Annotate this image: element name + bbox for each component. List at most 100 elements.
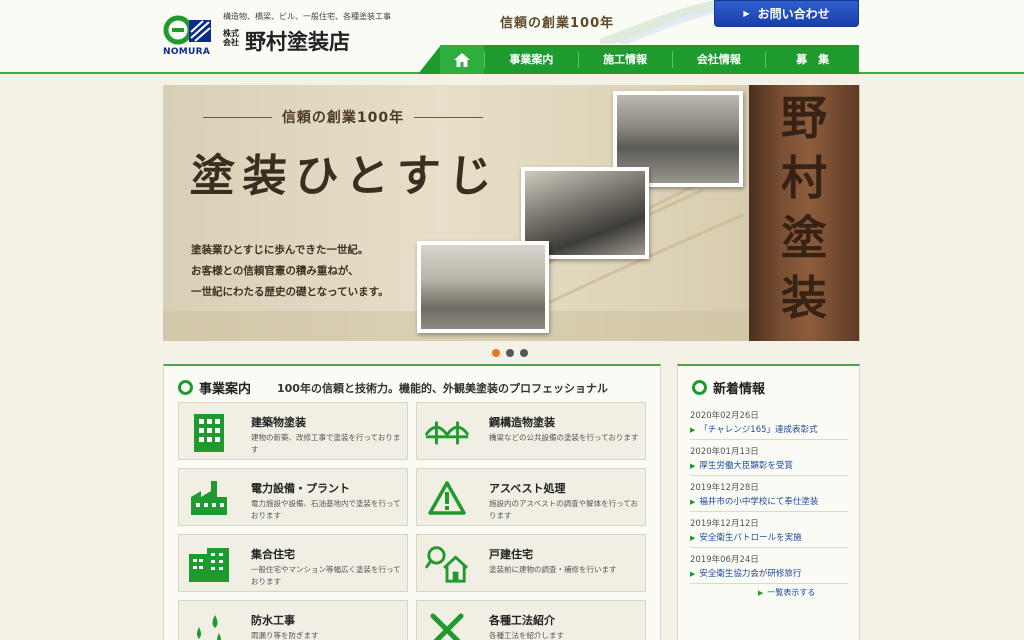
hero-copy-line: 一世紀にわたる歴史の礎となっています。 xyxy=(191,286,389,298)
hero-copy-line: 塗装業ひとすじに歩んできた一世紀。 xyxy=(191,244,369,256)
news-link[interactable]: ▶ 福井市の小中学校にて奉仕塗装 xyxy=(690,495,848,507)
triangle-right-icon: ▶ xyxy=(690,498,696,506)
contact-button-label: お問い合わせ xyxy=(757,7,830,21)
warning-icon xyxy=(425,476,469,520)
card-title: 鋼構造物塗装 xyxy=(489,416,555,429)
company-kind: 株式会社 xyxy=(223,29,239,47)
business-card-building[interactable]: 建築物塗装 建物の新築、改修工事で塗装を行っております xyxy=(178,402,408,460)
nav-corner xyxy=(418,45,441,74)
triangle-right-icon: ▶ xyxy=(690,426,696,434)
business-card-methods[interactable]: 各種工法紹介 各種工法を紹介します xyxy=(416,600,646,640)
card-title: 集合住宅 xyxy=(251,548,295,561)
news-link[interactable]: ▶ 安全衛生協力会が研修旅行 xyxy=(690,567,848,579)
nav-item-works[interactable]: 施工情報 xyxy=(577,51,672,68)
business-card-waterproof[interactable]: 防水工事 雨漏り等を防ぎます xyxy=(178,600,408,640)
slogan-rule-right xyxy=(414,116,484,118)
home-icon xyxy=(454,52,470,67)
hero-slogan: 信頼の創業100年 xyxy=(203,107,484,127)
business-card-asbestos[interactable]: アスベスト処理 施設内のアスベストの調査や解体を行っております xyxy=(416,468,646,526)
card-title: 防水工事 xyxy=(251,614,295,627)
header-tagline: 構造物、橋梁、ビル、一般住宅、各種塗装工事 xyxy=(223,12,391,21)
slogan-rule-left xyxy=(203,116,272,118)
factory-icon xyxy=(187,476,231,520)
business-card-steel[interactable]: 鋼構造物塗装 橋梁などの公共設備の塗装を行っております xyxy=(416,402,646,460)
slider-dot[interactable] xyxy=(506,349,514,357)
news-link[interactable]: ▶ 安全衛生パトロールを実施 xyxy=(690,531,848,543)
card-desc: 橋梁などの公共設備の塗装を行っております xyxy=(489,433,639,442)
hero-title: 塗装ひとすじ xyxy=(188,151,502,202)
business-heading: 事業案内 xyxy=(178,378,251,397)
water-drop-icon xyxy=(187,608,231,640)
chevron-right-icon: ▶ xyxy=(743,9,750,18)
nav-item-business[interactable]: 事業案内 xyxy=(484,51,578,68)
news-date: 2019年06月24日 xyxy=(690,555,759,565)
card-desc: 塗装前に建物の調査・補修を行います xyxy=(489,565,617,574)
hero-copy: 塗装業ひとすじに歩んできた一世紀。 お客様との信頼官憲の積み重ねが、 一世紀にわ… xyxy=(191,240,389,303)
news-item: 2020年02月26日 ▶ 「チャレンジ165」達成表彰式 xyxy=(690,404,848,440)
news-link-text[interactable]: 福井市の小中学校にて奉仕塗装 xyxy=(699,497,818,507)
sign-char: 装 xyxy=(781,271,827,325)
card-desc: 施設内のアスベストの調査や解体を行っております xyxy=(489,499,639,520)
card-title: 建築物塗装 xyxy=(251,416,306,429)
business-section: 事業案内 100年の信頼と技術力。機能的、外観美塗装のプロフェッショナル 建築物… xyxy=(163,364,661,640)
news-date: 2019年12月28日 xyxy=(690,483,759,493)
card-title: 電力設備・プラント xyxy=(251,482,350,495)
company-name[interactable]: 野村塗装店 xyxy=(245,26,350,56)
news-more-label[interactable]: 一覧表示する xyxy=(767,588,815,597)
triangle-right-icon: ▶ xyxy=(690,570,696,578)
triangle-right-icon: ▶ xyxy=(690,534,696,542)
news-link-text[interactable]: 厚生労働大臣顕彰を受賞 xyxy=(699,461,793,471)
business-card-apartment[interactable]: 集合住宅 一般住宅やマンション等幅広く塗装を行っております xyxy=(178,534,408,592)
contact-button[interactable]: ▶ お問い合わせ xyxy=(714,0,859,27)
business-title: 事業案内 xyxy=(199,382,252,397)
nav-item-recruit[interactable]: 募 集 xyxy=(765,51,859,68)
card-desc: 電力施設や設備、石油基地内で塗装を行っております xyxy=(251,499,401,520)
news-link[interactable]: ▶ 「チャレンジ165」達成表彰式 xyxy=(690,423,848,435)
sign-char: 村 xyxy=(781,151,827,205)
card-desc: 各種工法を紹介します xyxy=(489,631,564,640)
business-card-house[interactable]: 戸建住宅 塗装前に建物の調査・補修を行います xyxy=(416,534,646,592)
apartment-icon xyxy=(187,542,231,586)
header-slogan: 信頼の創業100年 xyxy=(500,16,615,31)
nav-item-company[interactable]: 会社情報 xyxy=(671,51,766,68)
logo-text: NOMURA xyxy=(163,47,211,57)
card-title: アスベスト処理 xyxy=(489,482,566,495)
wooden-signboard: 野 村 塗 装 xyxy=(749,85,859,341)
ring-icon xyxy=(178,380,193,395)
news-link-text[interactable]: 安全衛生協力会が研修旅行 xyxy=(699,569,801,579)
nav-home[interactable] xyxy=(440,45,484,74)
news-link-text[interactable]: 「チャレンジ165」達成表彰式 xyxy=(699,425,817,435)
card-title: 戸建住宅 xyxy=(489,548,533,561)
news-date: 2019年12月12日 xyxy=(690,519,759,529)
news-link[interactable]: ▶ 厚生労働大臣顕彰を受賞 xyxy=(690,459,848,471)
hero-slogan-text: 信頼の創業100年 xyxy=(281,110,405,126)
historic-photo-workers xyxy=(417,241,549,333)
news-link-text[interactable]: 安全衛生パトロールを実施 xyxy=(699,533,801,543)
news-more-link[interactable]: ▶ 一覧表示する xyxy=(758,587,815,598)
news-list: 2020年02月26日 ▶ 「チャレンジ165」達成表彰式 2020年01月13日… xyxy=(690,404,848,584)
news-item: 2019年06月24日 ▶ 安全衛生協力会が研修旅行 xyxy=(690,548,848,584)
building-icon xyxy=(187,410,231,454)
news-title: 新着情報 xyxy=(713,382,766,397)
news-section: 新着情報 2020年02月26日 ▶ 「チャレンジ165」達成表彰式 2020年0… xyxy=(677,364,860,640)
sign-char: 野 xyxy=(781,91,827,145)
slider-dot[interactable] xyxy=(492,349,500,357)
business-card-plant[interactable]: 電力設備・プラント 電力施設や設備、石油基地内で塗装を行っております xyxy=(178,468,408,526)
hero-copy-line: お客様との信頼官憲の積み重ねが、 xyxy=(191,265,359,277)
card-desc: 雨漏り等を防ぎます xyxy=(251,631,319,640)
slider-dot[interactable] xyxy=(520,349,528,357)
news-date: 2020年01月13日 xyxy=(690,447,759,457)
hero-slider[interactable]: 信頼の創業100年 塗装ひとすじ 塗装業ひとすじに歩んできた一世紀。 お客様との… xyxy=(163,85,860,341)
slider-pagination xyxy=(492,349,528,357)
sign-char: 塗 xyxy=(781,211,827,265)
news-date: 2020年02月26日 xyxy=(690,411,759,421)
news-item: 2019年12月28日 ▶ 福井市の小中学校にて奉仕塗装 xyxy=(690,476,848,512)
triangle-right-icon: ▶ xyxy=(690,462,696,470)
news-item: 2019年12月12日 ▶ 安全衛生パトロールを実施 xyxy=(690,512,848,548)
card-desc: 建物の新築、改修工事で塗装を行っております xyxy=(251,433,401,454)
ring-icon xyxy=(692,380,707,395)
bridge-icon xyxy=(425,410,469,454)
house-search-icon xyxy=(425,542,469,586)
triangle-right-icon: ▶ xyxy=(758,589,764,597)
news-heading: 新着情報 xyxy=(692,378,765,397)
